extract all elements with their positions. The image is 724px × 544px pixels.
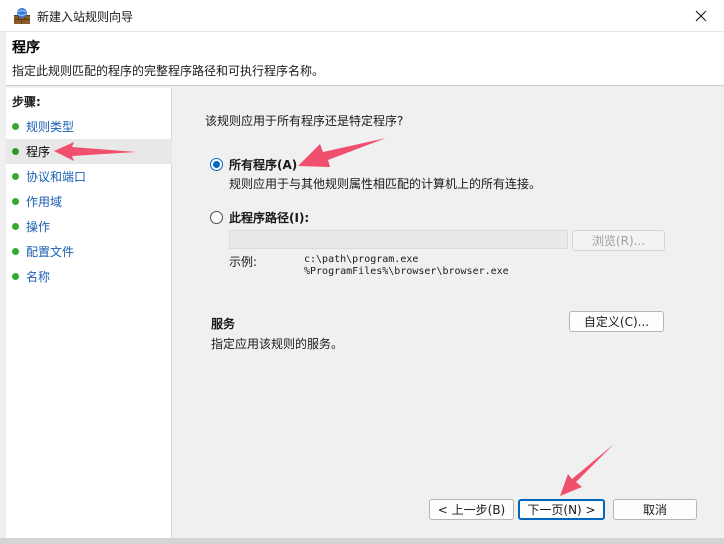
firewall-icon [14,8,30,24]
title-bar: 新建入站规则向导 [0,0,724,32]
page-header: 程序 指定此规则匹配的程序的完整程序路径和可执行程序名称。 [0,32,724,86]
step-program[interactable]: 程序 [6,139,172,164]
step-label: 协议和端口 [26,170,87,184]
program-path-input[interactable] [229,230,568,249]
step-rule-type[interactable]: 规则类型 [6,114,172,139]
step-scope[interactable]: 作用域 [6,189,172,214]
example-label: 示例: [229,255,258,269]
step-dot-icon [12,273,19,280]
step-dot-icon [12,123,19,130]
step-dot-icon [12,248,19,255]
step-label: 配置文件 [26,245,75,259]
step-label: 操作 [26,220,51,234]
close-icon [695,10,707,22]
step-name[interactable]: 名称 [6,264,172,289]
bottom-edge [0,538,724,544]
program-path-radio[interactable]: 此程序路径(I): [210,209,309,226]
step-profile[interactable]: 配置文件 [6,239,172,264]
page-description: 指定此规则匹配的程序的完整程序路径和可执行程序名称。 [12,64,325,78]
services-title: 服务 [211,317,236,331]
all-programs-description: 规则应用于与其他规则属性相匹配的计算机上的所有连接。 [229,177,542,191]
next-button[interactable]: 下一页(N) > [518,499,605,520]
example-paths: c:\path\program.exe %ProgramFiles%\brows… [304,254,509,278]
step-dot-icon [12,223,19,230]
services-description: 指定应用该规则的服务。 [211,337,344,351]
step-protocol-ports[interactable]: 协议和端口 [6,164,172,189]
step-dot-icon [12,173,19,180]
cancel-button[interactable]: 取消 [613,499,697,520]
radio-button-icon[interactable] [210,211,223,224]
page-title: 程序 [12,40,40,56]
program-path-label[interactable]: 此程序路径(I): [229,209,309,226]
step-label: 规则类型 [26,120,75,134]
customize-button[interactable]: 自定义(C)... [569,311,664,332]
step-dot-icon [12,148,19,155]
content-panel: 该规则应用于所有程序还是特定程序? 所有程序(A) 规则应用于与其他规则属性相匹… [174,88,718,538]
step-action[interactable]: 操作 [6,214,172,239]
radio-button-icon[interactable] [210,158,223,171]
step-label: 作用域 [26,195,63,209]
all-programs-label[interactable]: 所有程序(A) [229,156,297,173]
example-path-1: c:\path\program.exe [304,254,419,265]
back-button[interactable]: < 上一步(B) [429,499,514,520]
steps-heading: 步骤: [12,95,41,109]
browse-button[interactable]: 浏览(R)... [572,230,665,251]
step-label: 名称 [26,270,51,284]
step-label: 程序 [26,145,51,159]
example-path-2: %ProgramFiles%\browser\browser.exe [304,266,509,277]
window-title: 新建入站规则向导 [37,10,134,24]
steps-panel: 步骤: 规则类型 程序 协议和端口 作用域 操作 配置文件 名称 [6,88,172,538]
step-dot-icon [12,198,19,205]
all-programs-radio[interactable]: 所有程序(A) [210,156,297,173]
close-button[interactable] [678,0,724,32]
steps-list: 规则类型 程序 协议和端口 作用域 操作 配置文件 名称 [6,114,172,289]
question-text: 该规则应用于所有程序还是特定程序? [205,114,404,128]
